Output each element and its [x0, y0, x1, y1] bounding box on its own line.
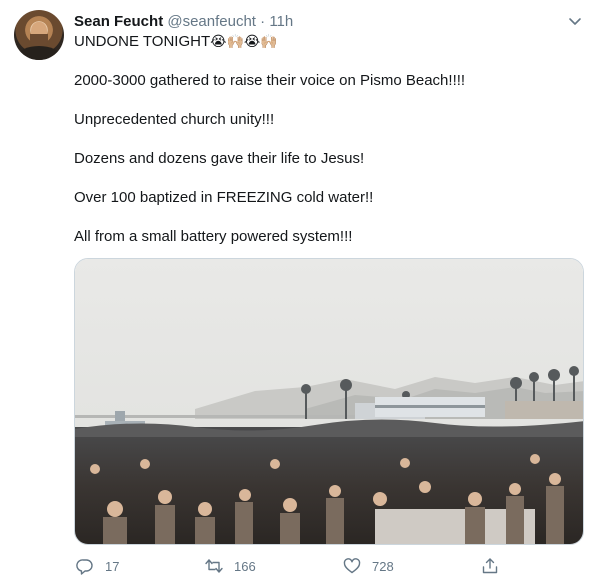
tweet-actions: 17 166 728 [74, 556, 504, 576]
tweet-text: UNDONE TONIGHT😭🙌🏼😭🙌🏼 2000-3000 gathered … [74, 32, 574, 266]
author-handle[interactable]: @seanfeucht [167, 13, 256, 30]
tweet-first-line: UNDONE TONIGHT😭🙌🏼😭🙌🏼 [74, 32, 574, 52]
heart-icon [343, 558, 361, 574]
chevron-down-icon[interactable] [566, 12, 584, 30]
share-icon [482, 558, 498, 574]
reply-button[interactable]: 17 [76, 556, 119, 576]
retweet-button[interactable]: 166 [205, 556, 256, 576]
emoji-sequence: 😭🙌🏼😭🙌🏼 [210, 34, 278, 50]
retweet-icon [205, 559, 223, 573]
avatar[interactable] [14, 10, 64, 60]
like-count: 728 [372, 558, 394, 574]
like-button[interactable]: 728 [343, 556, 394, 576]
tweet-photo[interactable] [74, 258, 584, 545]
first-line-text: UNDONE TONIGHT [74, 33, 211, 50]
reply-icon [76, 559, 93, 575]
tweet-paragraph: All from a small battery powered system!… [74, 228, 353, 245]
author-name[interactable]: Sean Feucht [74, 13, 163, 30]
tweet-card[interactable]: Sean Feucht @seanfeucht · 11h UNDONE TON… [0, 0, 598, 585]
retweet-count: 166 [234, 558, 256, 574]
tweet-paragraph: Over 100 baptized in FREEZING cold water… [74, 189, 374, 206]
avatar-beard [30, 34, 48, 46]
separator-dot: · [260, 13, 266, 30]
reply-count: 17 [105, 558, 120, 574]
avatar-shirt [18, 46, 60, 60]
tweet-paragraph: 2000-3000 gathered to raise their voice … [74, 72, 466, 89]
tweet-time[interactable]: 11h [269, 13, 293, 30]
tweet-paragraph: Dozens and dozens gave their life to Jes… [74, 150, 365, 167]
share-button[interactable] [481, 556, 510, 576]
tweet-paragraph: Unprecedented church unity!!! [74, 111, 275, 128]
tweet-header: Sean Feucht @seanfeucht · 11h [74, 12, 293, 32]
beach-crowd-photo [75, 259, 583, 544]
